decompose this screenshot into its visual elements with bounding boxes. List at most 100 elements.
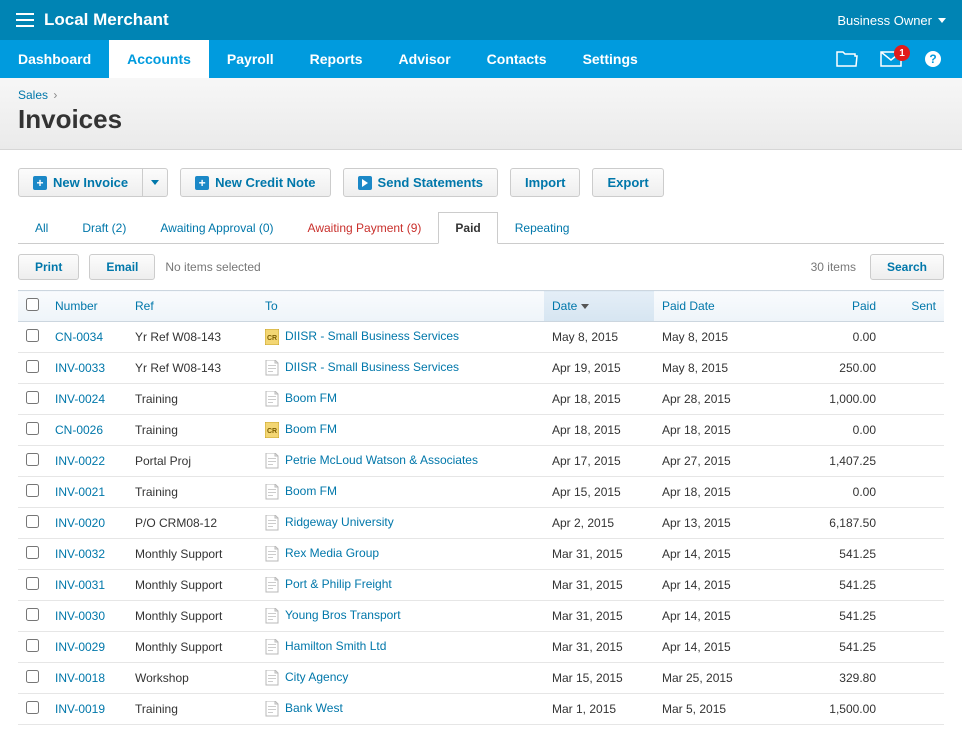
cell-to[interactable]: Port & Philip Freight: [257, 570, 544, 601]
cell-paid: 0.00: [784, 415, 884, 446]
new-invoice-button[interactable]: + New Invoice: [18, 168, 143, 197]
cell-to[interactable]: CRBoom FM: [257, 415, 544, 446]
cell-sent: [884, 632, 944, 663]
row-checkbox[interactable]: [26, 484, 39, 497]
cell-to[interactable]: Petrie McLoud Watson & Associates: [257, 446, 544, 477]
app-name[interactable]: Local Merchant: [44, 10, 169, 30]
topbar: Local Merchant Business Owner: [0, 0, 962, 40]
cell-ref: Monthly Support: [127, 570, 257, 601]
col-paid[interactable]: Paid: [784, 291, 884, 322]
cell-number[interactable]: INV-0030: [47, 601, 127, 632]
svg-text:CR: CR: [267, 335, 277, 342]
tab-2[interactable]: Awaiting Approval (0): [143, 212, 290, 244]
cell-number[interactable]: INV-0020: [47, 508, 127, 539]
search-button[interactable]: Search: [870, 254, 944, 280]
cell-date: Apr 18, 2015: [544, 415, 654, 446]
breadcrumb-separator: ›: [53, 88, 57, 102]
row-checkbox[interactable]: [26, 670, 39, 683]
toolbar-left: Print Email No items selected: [18, 254, 261, 280]
chevron-down-icon: [151, 180, 159, 185]
cell-number[interactable]: INV-0029: [47, 632, 127, 663]
cell-paid: 0.00: [784, 477, 884, 508]
document-icon: [265, 670, 279, 686]
tab-3[interactable]: Awaiting Payment (9): [291, 212, 439, 244]
document-icon: [265, 515, 279, 531]
cell-number[interactable]: INV-0024: [47, 384, 127, 415]
row-checkbox[interactable]: [26, 453, 39, 466]
cell-to[interactable]: DIISR - Small Business Services: [257, 353, 544, 384]
row-checkbox[interactable]: [26, 422, 39, 435]
col-date[interactable]: Date: [544, 291, 654, 322]
row-checkbox[interactable]: [26, 360, 39, 373]
cell-sent: [884, 384, 944, 415]
folder-icon[interactable]: [836, 51, 858, 67]
cell-paid: 541.25: [784, 570, 884, 601]
help-icon[interactable]: ?: [924, 50, 942, 68]
menu-icon[interactable]: [16, 13, 34, 27]
cell-date: Mar 1, 2015: [544, 694, 654, 725]
row-checkbox[interactable]: [26, 546, 39, 559]
user-menu[interactable]: Business Owner: [837, 13, 946, 28]
cell-to[interactable]: Hamilton Smith Ltd: [257, 632, 544, 663]
cell-to[interactable]: Bank West: [257, 694, 544, 725]
email-button[interactable]: Email: [89, 254, 155, 280]
nav-link-contacts[interactable]: Contacts: [469, 40, 565, 78]
cell-paid: 541.25: [784, 601, 884, 632]
cell-paid: 250.00: [784, 353, 884, 384]
tab-5[interactable]: Repeating: [498, 212, 587, 244]
tab-4[interactable]: Paid: [438, 212, 497, 244]
nav-link-advisor[interactable]: Advisor: [381, 40, 469, 78]
nav-link-dashboard[interactable]: Dashboard: [0, 40, 109, 78]
nav-link-payroll[interactable]: Payroll: [209, 40, 292, 78]
import-button[interactable]: Import: [510, 168, 580, 197]
row-checkbox[interactable]: [26, 577, 39, 590]
content: + New Invoice + New Credit Note Send Sta…: [0, 150, 962, 743]
send-statements-button[interactable]: Send Statements: [343, 168, 498, 197]
export-button[interactable]: Export: [592, 168, 663, 197]
cell-to[interactable]: CRDIISR - Small Business Services: [257, 322, 544, 353]
cell-number[interactable]: CN-0026: [47, 415, 127, 446]
print-button[interactable]: Print: [18, 254, 79, 280]
mail-icon[interactable]: 1: [880, 51, 902, 67]
cell-ref: Monthly Support: [127, 601, 257, 632]
select-all-checkbox[interactable]: [26, 298, 39, 311]
tab-0[interactable]: All: [18, 212, 65, 244]
new-invoice-dropdown[interactable]: [143, 168, 168, 197]
table-row: INV-0030Monthly SupportYoung Bros Transp…: [18, 601, 944, 632]
nav-link-accounts[interactable]: Accounts: [109, 40, 209, 78]
cell-number[interactable]: INV-0021: [47, 477, 127, 508]
cell-to[interactable]: Young Bros Transport: [257, 601, 544, 632]
breadcrumb-parent[interactable]: Sales: [18, 88, 48, 102]
svg-text:CR: CR: [267, 428, 277, 435]
nav-links: DashboardAccountsPayrollReportsAdvisorCo…: [0, 40, 656, 78]
tab-1[interactable]: Draft (2): [65, 212, 143, 244]
cell-number[interactable]: INV-0019: [47, 694, 127, 725]
row-checkbox[interactable]: [26, 515, 39, 528]
cell-number[interactable]: CN-0034: [47, 322, 127, 353]
cell-number[interactable]: INV-0033: [47, 353, 127, 384]
row-checkbox[interactable]: [26, 329, 39, 342]
cell-number[interactable]: INV-0022: [47, 446, 127, 477]
new-credit-note-button[interactable]: + New Credit Note: [180, 168, 330, 197]
cell-number[interactable]: INV-0032: [47, 539, 127, 570]
cell-sent: [884, 508, 944, 539]
row-checkbox[interactable]: [26, 701, 39, 714]
col-ref[interactable]: Ref: [127, 291, 257, 322]
col-paid-date[interactable]: Paid Date: [654, 291, 784, 322]
row-checkbox[interactable]: [26, 639, 39, 652]
cell-to[interactable]: Rex Media Group: [257, 539, 544, 570]
col-to[interactable]: To: [257, 291, 544, 322]
cell-paid-date: Apr 14, 2015: [654, 570, 784, 601]
nav-link-reports[interactable]: Reports: [292, 40, 381, 78]
cell-to[interactable]: Boom FM: [257, 477, 544, 508]
row-checkbox[interactable]: [26, 608, 39, 621]
cell-to[interactable]: Ridgeway University: [257, 508, 544, 539]
nav-link-settings[interactable]: Settings: [565, 40, 656, 78]
tabs: AllDraft (2)Awaiting Approval (0)Awaitin…: [18, 211, 944, 244]
credit-note-icon: CR: [265, 329, 279, 345]
cell-number[interactable]: INV-0031: [47, 570, 127, 601]
cell-to[interactable]: Boom FM: [257, 384, 544, 415]
col-sent[interactable]: Sent: [884, 291, 944, 322]
row-checkbox[interactable]: [26, 391, 39, 404]
col-number[interactable]: Number: [47, 291, 127, 322]
